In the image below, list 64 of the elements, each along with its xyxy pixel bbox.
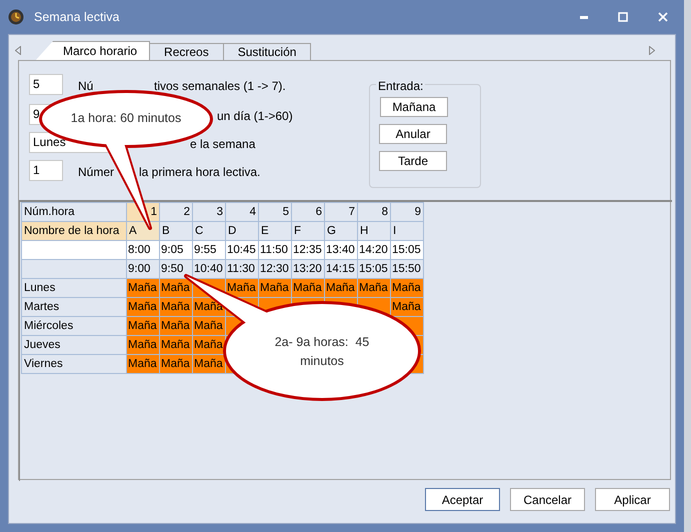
app-clock-icon [8,9,24,25]
schedule-cell[interactable]: Maña [291,278,324,297]
column-number[interactable]: 4 [225,202,258,221]
schedule-cell[interactable]: Maña [159,297,192,316]
schedule-cell[interactable]: Maña [159,354,192,373]
close-icon[interactable] [658,12,668,22]
callout-text: 2a- 9a horas: 45 minutos [274,334,370,370]
setting-label: un día (1->60) [217,108,293,125]
tab[interactable]: Sustitución [222,43,312,61]
schedule-cell[interactable]: Maña [192,354,225,373]
schedule-cell[interactable]: Maña [126,335,159,354]
window-title: Semana lectiva [34,8,120,26]
setting-label: tivos semanales (1 -> 7). [154,78,286,95]
schedule-cell[interactable]: Maña [159,278,192,297]
scroll-right-icon[interactable] [649,46,655,55]
number-field[interactable]: 1 [29,160,63,181]
dialog-button[interactable]: Aceptar [425,488,500,511]
start-time-cell: 11:50 [258,240,291,259]
entry-button[interactable]: Tarde [379,151,447,171]
start-time-cell: 15:05 [390,240,423,259]
scroll-left-icon[interactable] [15,46,21,55]
callout-text: 1a hora: 60 minutos [70,110,182,127]
start-time-cell: 14:20 [357,240,390,259]
entry-button[interactable]: Anular [379,124,447,144]
start-time-cell: 13:40 [324,240,357,259]
start-time-cell: 10:45 [225,240,258,259]
schedule-cell[interactable]: Maña [192,316,225,335]
column-number[interactable]: 8 [357,202,390,221]
tab[interactable]: Marco horario [35,41,150,61]
minimize-icon[interactable] [580,16,588,18]
schedule-cell[interactable]: Maña [126,278,159,297]
setting-label: Númer [78,164,114,181]
dialog-button[interactable]: Cancelar [510,488,585,511]
schedule-cell[interactable]: Maña [126,354,159,373]
schedule-cell[interactable]: Maña [126,297,159,316]
start-time-cell: 9:05 [159,240,192,259]
start-time-cell: 8:00 [126,240,159,259]
row-header: Nombre de la hora [21,221,126,240]
schedule-cell[interactable]: Maña [390,278,423,297]
schedule-cell[interactable]: Maña [225,278,258,297]
schedule-cell[interactable]: Maña [357,278,390,297]
hour-name-cell: A [126,221,159,240]
start-time-cell: 12:35 [291,240,324,259]
schedule-cell[interactable]: Maña [390,297,423,316]
column-number[interactable]: 5 [258,202,291,221]
column-number[interactable]: 6 [291,202,324,221]
setting-label: e la semana [190,136,256,153]
schedule-cell[interactable]: Maña [159,316,192,335]
schedule-cell[interactable]: Maña [324,278,357,297]
column-number[interactable]: 3 [192,202,225,221]
schedule-cell[interactable]: Maña [192,335,225,354]
schedule-cell[interactable]: Maña [126,316,159,335]
number-field[interactable]: 5 [29,74,63,95]
setting-label: Nú [78,78,94,95]
column-number[interactable]: 9 [390,202,423,221]
maximize-icon[interactable] [618,12,628,22]
setting-label: la primera hora lectiva. [139,164,260,181]
entry-button[interactable]: Mañana [380,97,448,117]
schedule-cell[interactable]: Maña [258,278,291,297]
column-number[interactable]: 2 [159,202,192,221]
dialog-button[interactable]: Aplicar [595,488,670,511]
start-time-cell: 9:55 [192,240,225,259]
column-number[interactable]: 7 [324,202,357,221]
schedule-cell[interactable]: Maña [159,335,192,354]
